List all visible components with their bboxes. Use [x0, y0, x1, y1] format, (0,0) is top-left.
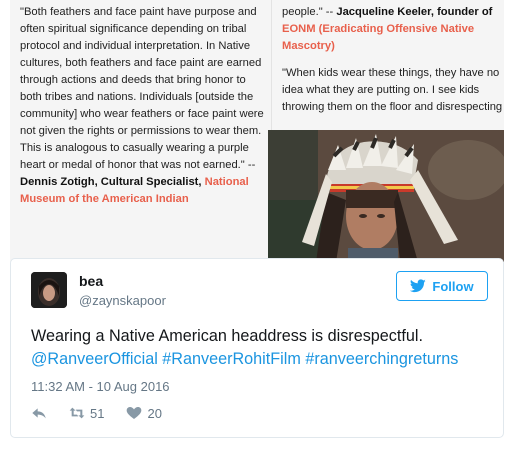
- avatar-image: [31, 272, 67, 308]
- retweet-icon: [69, 407, 85, 419]
- user-handle[interactable]: @zaynskapoor: [79, 293, 166, 308]
- twitter-bird-icon: [410, 279, 427, 293]
- quote-text: people." --: [282, 6, 334, 18]
- tweet-card: bea @zaynskapoor Follow Wearing a Native…: [10, 258, 504, 438]
- reply-action[interactable]: [31, 406, 47, 420]
- like-action[interactable]: 20: [126, 405, 162, 421]
- retweet-action[interactable]: 51: [69, 406, 104, 421]
- hashtag-link[interactable]: #RanveerRohitFilm: [162, 350, 301, 368]
- quote-author: Dennis Zotigh, Cultural Specialist,: [20, 176, 202, 188]
- tweet-timestamp[interactable]: 11:32 AM - 10 Aug 2016: [31, 379, 170, 394]
- reply-icon: [32, 408, 46, 419]
- tweet-body: Wearing a Native American headdress is d…: [31, 327, 423, 345]
- avatar[interactable]: [31, 272, 67, 308]
- follow-button[interactable]: Follow: [396, 271, 488, 301]
- quote-keeler: people." -- Jacqueline Keeler, founder o…: [282, 4, 504, 116]
- quote-zotigh: "Both feathers and face paint have purpo…: [20, 4, 265, 208]
- retweet-count: 51: [90, 405, 105, 421]
- hashtag-link[interactable]: #ranveerchingreturns: [305, 350, 458, 368]
- heart-icon: [127, 407, 142, 419]
- user-name[interactable]: bea: [79, 273, 103, 289]
- like-count: 20: [147, 405, 162, 421]
- quote-text: "Both feathers and face paint have purpo…: [20, 6, 264, 171]
- quote-text-2: "When kids wear these things, they have …: [282, 67, 503, 113]
- quote-org-link[interactable]: EONM (Eradicating Offensive Native Masco…: [282, 23, 474, 52]
- follow-label: Follow: [432, 278, 474, 294]
- mention-link[interactable]: @RanveerOfficial: [31, 350, 158, 368]
- quote-author: Jacqueline Keeler, founder of: [336, 6, 493, 18]
- tweet-text: Wearing a Native American headdress is d…: [31, 325, 491, 371]
- headdress-photo-illustration: [268, 130, 504, 262]
- tweet-actions: 51 20: [31, 404, 184, 422]
- article-embed: "Both feathers and face paint have purpo…: [10, 0, 504, 262]
- headdress-photo: [268, 130, 504, 262]
